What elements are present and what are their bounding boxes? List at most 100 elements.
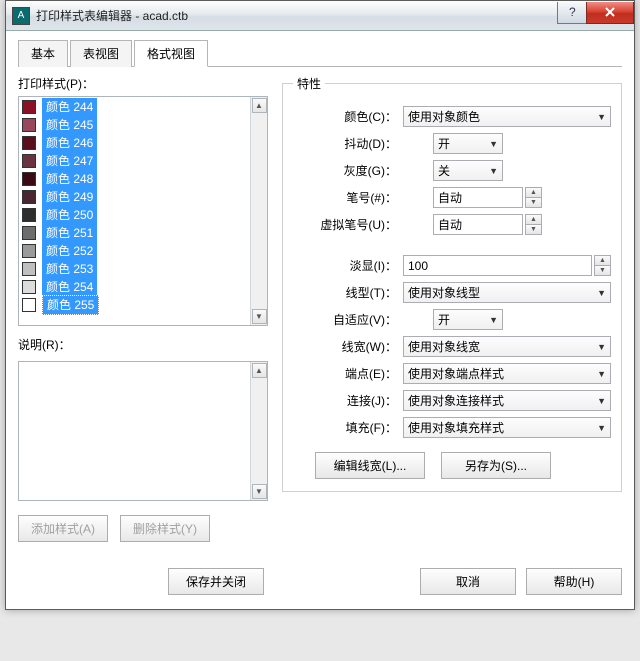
svg-text:?: ? [569, 6, 576, 18]
help-titlebar-button[interactable]: ? [557, 2, 587, 24]
scroll-up-icon[interactable]: ▲ [252, 98, 267, 113]
color-swatch [22, 118, 36, 132]
list-item[interactable]: 颜色 247 [20, 152, 249, 170]
fillstyle-label: 填充(F)： [293, 419, 403, 436]
chevron-down-icon: ▼ [597, 288, 606, 298]
list-item[interactable]: 颜色 249 [20, 188, 249, 206]
endstyle-label: 端点(E)： [293, 365, 403, 382]
list-item-label: 颜色 245 [42, 116, 97, 134]
list-item-label: 颜色 246 [42, 134, 97, 152]
vpen-spinner[interactable]: ▲▼ [525, 214, 542, 235]
list-item[interactable]: 颜色 252 [20, 242, 249, 260]
color-label: 颜色(C)： [293, 108, 403, 125]
color-swatch [22, 136, 36, 150]
list-item-label: 颜色 251 [42, 224, 97, 242]
tab-form-view[interactable]: 格式视图 [134, 40, 208, 67]
pen-label: 笔号(#)： [293, 189, 403, 206]
chevron-down-icon: ▼ [597, 396, 606, 406]
chevron-down-icon: ▼ [489, 139, 498, 149]
color-swatch [22, 226, 36, 240]
lineweight-label: 线宽(W)： [293, 338, 403, 355]
chevron-down-icon: ▼ [597, 112, 606, 122]
color-swatch [22, 172, 36, 186]
plot-styles-label: 打印样式(P)： [18, 75, 268, 92]
list-item[interactable]: 颜色 248 [20, 170, 249, 188]
list-item[interactable]: 颜色 244 [20, 98, 249, 116]
description-textarea[interactable]: ▲ ▼ [18, 361, 268, 501]
list-item-label: 颜色 249 [42, 188, 97, 206]
pen-input[interactable]: 自动 [433, 187, 523, 208]
description-label: 说明(R)： [18, 336, 268, 353]
grayscale-label: 灰度(G)： [293, 162, 403, 179]
lineweight-select[interactable]: 使用对象线宽▼ [403, 336, 611, 357]
dialog-footer: 保存并关闭 取消 帮助(H) [6, 556, 634, 609]
tab-general[interactable]: 基本 [18, 40, 68, 67]
adaptive-label: 自适应(V)： [293, 311, 403, 328]
list-item[interactable]: 颜色 255 [20, 296, 249, 314]
pen-spinner[interactable]: ▲▼ [525, 187, 542, 208]
list-item-label: 颜色 254 [42, 278, 97, 296]
dither-select[interactable]: 开▼ [433, 133, 503, 154]
list-item-label: 颜色 253 [42, 260, 97, 278]
scroll-up-icon[interactable]: ▲ [252, 363, 267, 378]
dialog-window: A 打印样式表编辑器 - acad.ctb ? 基本 表视图 格式视图 打印样式… [5, 0, 635, 610]
title-bar[interactable]: A 打印样式表编辑器 - acad.ctb ? [6, 1, 634, 31]
list-item[interactable]: 颜色 251 [20, 224, 249, 242]
list-scrollbar[interactable]: ▲ ▼ [250, 97, 267, 325]
dither-label: 抖动(D)： [293, 135, 403, 152]
joinstyle-select[interactable]: 使用对象连接样式▼ [403, 390, 611, 411]
color-swatch [22, 262, 36, 276]
list-item[interactable]: 颜色 253 [20, 260, 249, 278]
list-item[interactable]: 颜色 254 [20, 278, 249, 296]
color-swatch [22, 280, 36, 294]
edit-lineweights-button[interactable]: 编辑线宽(L)... [315, 452, 425, 479]
properties-legend: 特性 [293, 75, 325, 92]
scroll-down-icon[interactable]: ▼ [252, 309, 267, 324]
color-swatch [22, 244, 36, 258]
color-swatch [22, 190, 36, 204]
fillstyle-select[interactable]: 使用对象填充样式▼ [403, 417, 611, 438]
save-close-button[interactable]: 保存并关闭 [168, 568, 264, 595]
help-button[interactable]: 帮助(H) [526, 568, 622, 595]
chevron-down-icon: ▼ [597, 342, 606, 352]
grayscale-select[interactable]: 关▼ [433, 160, 503, 181]
list-item-label: 颜色 248 [42, 170, 97, 188]
list-item[interactable]: 颜色 245 [20, 116, 249, 134]
color-swatch [22, 154, 36, 168]
endstyle-select[interactable]: 使用对象端点样式▼ [403, 363, 611, 384]
chevron-down-icon: ▼ [597, 423, 606, 433]
color-select[interactable]: 使用对象颜色 ▼ [403, 106, 611, 127]
list-item[interactable]: 颜色 250 [20, 206, 249, 224]
vpen-label: 虚拟笔号(U)： [293, 216, 403, 233]
plot-styles-list[interactable]: 颜色 244颜色 245颜色 246颜色 247颜色 248颜色 249颜色 2… [18, 96, 268, 326]
delete-style-button[interactable]: 删除样式(Y) [120, 515, 210, 542]
list-item[interactable]: 颜色 246 [20, 134, 249, 152]
list-item-label: 颜色 250 [42, 206, 97, 224]
color-swatch [22, 100, 36, 114]
linetype-select[interactable]: 使用对象线型▼ [403, 282, 611, 303]
list-item-label: 颜色 255 [42, 295, 99, 315]
list-item-label: 颜色 244 [42, 98, 97, 116]
adaptive-select[interactable]: 开▼ [433, 309, 503, 330]
add-style-button[interactable]: 添加样式(A) [18, 515, 108, 542]
properties-group: 特性 颜色(C)： 使用对象颜色 ▼ 抖动(D)： 开▼ [282, 75, 622, 492]
list-item-label: 颜色 247 [42, 152, 97, 170]
color-swatch [22, 298, 36, 312]
desc-scrollbar[interactable]: ▲ ▼ [250, 362, 267, 500]
screen-input[interactable]: 100 [403, 255, 592, 276]
color-swatch [22, 208, 36, 222]
vpen-input[interactable]: 自动 [433, 214, 523, 235]
scroll-down-icon[interactable]: ▼ [252, 484, 267, 499]
screen-spinner[interactable]: ▲▼ [594, 255, 611, 276]
window-title: 打印样式表编辑器 - acad.ctb [36, 7, 558, 24]
cancel-button[interactable]: 取消 [420, 568, 516, 595]
tab-table-view[interactable]: 表视图 [70, 40, 132, 67]
chevron-down-icon: ▼ [597, 369, 606, 379]
close-button[interactable] [586, 2, 634, 24]
list-item-label: 颜色 252 [42, 242, 97, 260]
save-as-button[interactable]: 另存为(S)... [441, 452, 551, 479]
joinstyle-label: 连接(J)： [293, 392, 403, 409]
linetype-label: 线型(T)： [293, 284, 403, 301]
screen-label: 淡显(I)： [293, 257, 403, 274]
chevron-down-icon: ▼ [489, 166, 498, 176]
